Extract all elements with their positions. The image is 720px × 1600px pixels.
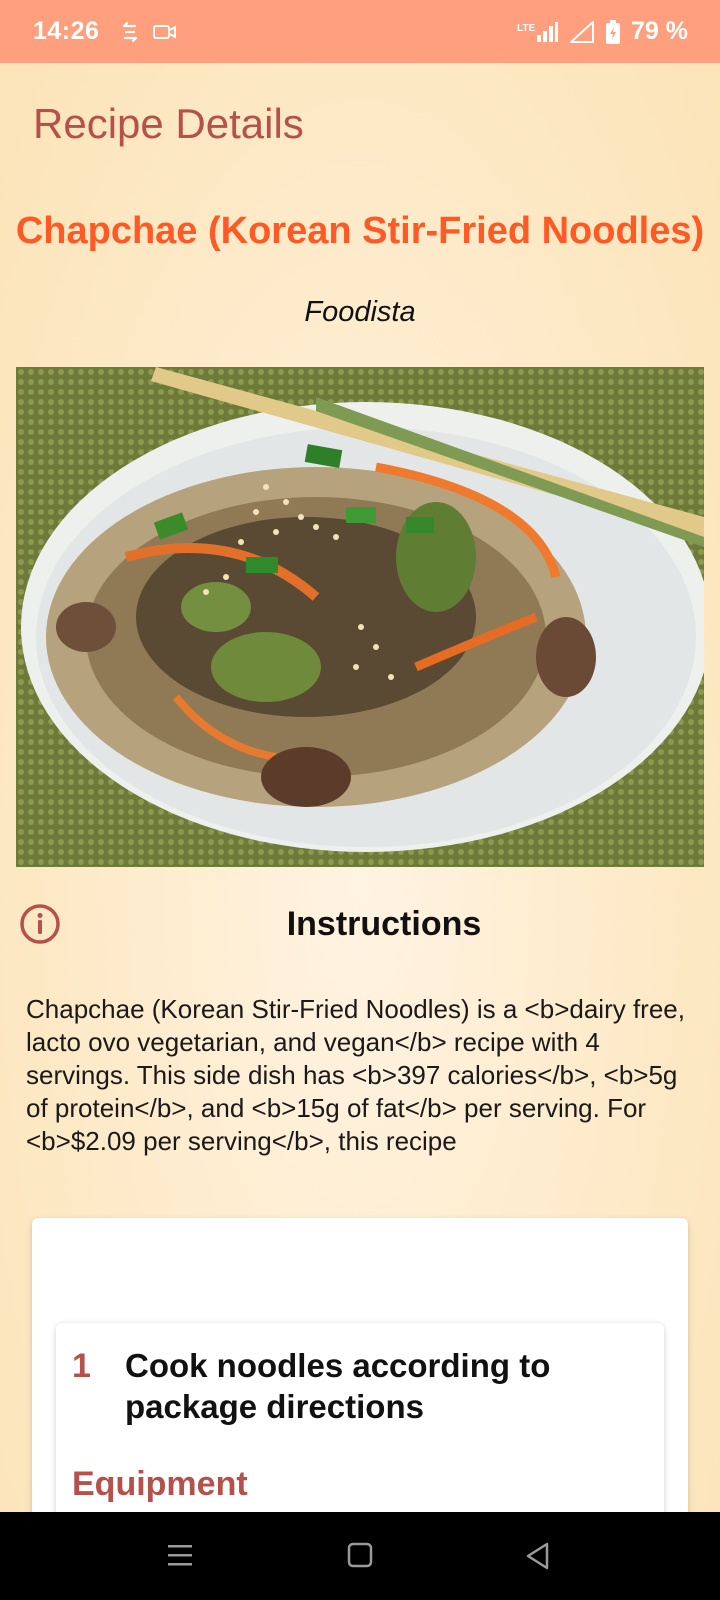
recipe-source: Foodista bbox=[304, 296, 416, 328]
lte-signal-icon: LTE bbox=[517, 21, 559, 42]
menu-icon[interactable] bbox=[162, 1540, 198, 1572]
status-system-icons: LTE 79 % bbox=[517, 17, 688, 46]
status-notification-icons bbox=[121, 21, 177, 43]
battery-icon bbox=[606, 19, 621, 44]
navigation-bar bbox=[0, 1512, 720, 1600]
battery-percentage: 79 % bbox=[631, 17, 688, 45]
video-icon bbox=[153, 24, 177, 39]
status-time: 14:26 bbox=[33, 17, 100, 45]
recipe-photo bbox=[16, 367, 704, 867]
signal-icon bbox=[570, 20, 595, 43]
svg-text:LTE: LTE bbox=[517, 23, 535, 34]
home-icon[interactable] bbox=[342, 1540, 378, 1572]
page-title: Recipe Details bbox=[33, 100, 304, 147]
sync-icon bbox=[123, 21, 138, 42]
recipe-title: Chapchae (Korean Stir-Fried Noodles) bbox=[15, 210, 705, 252]
recipe-summary: Chapchae (Korean Stir-Fried Noodles) is … bbox=[26, 994, 685, 1156]
step-text: Cook noodles according to package direct… bbox=[125, 1347, 551, 1425]
status-bar: 14:26 LTE 79 % bbox=[0, 0, 720, 63]
equipment-label: Equipment bbox=[72, 1465, 248, 1503]
back-icon[interactable] bbox=[520, 1540, 556, 1572]
step-number: 1 bbox=[72, 1347, 91, 1385]
instructions-heading: Instructions bbox=[286, 905, 482, 943]
